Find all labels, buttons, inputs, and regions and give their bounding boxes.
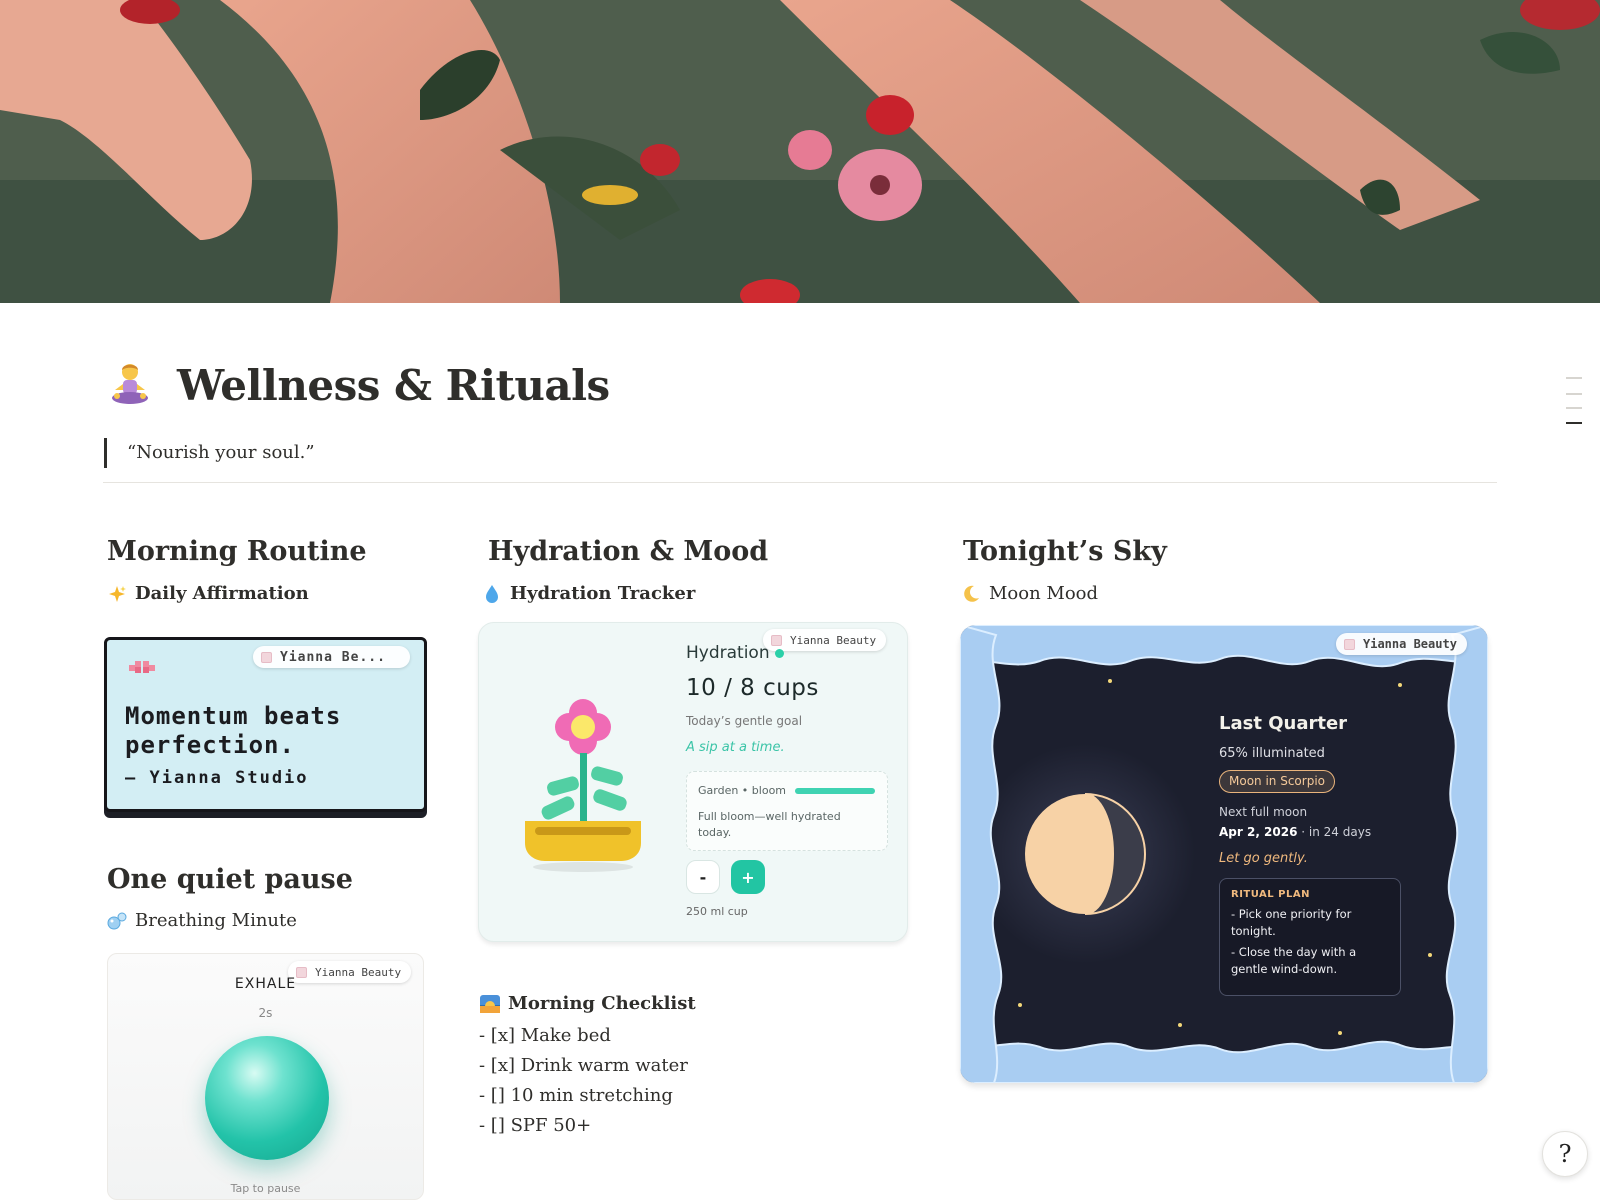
ritual-plan: RITUAL PLAN - Pick one priority for toni… (1219, 878, 1401, 996)
ritual-plan-title: RITUAL PLAN (1231, 889, 1310, 900)
toc-marker[interactable] (1566, 377, 1582, 379)
subheading-hydration-tracker: Hydration Tracker (482, 583, 695, 604)
section-heading-tonights-sky: Tonight’s Sky (963, 536, 1167, 567)
next-full-moon-label: Next full moon (1219, 805, 1308, 819)
page-quote: “Nourish your soul.” (104, 438, 315, 468)
section-heading-hydration-mood: Hydration & Mood (488, 536, 769, 567)
checklist-item[interactable]: - [] 10 min stretching (479, 1085, 673, 1106)
affirmation-author: — Yianna Studio (125, 768, 309, 788)
affirmation-line: perfection. (125, 731, 295, 759)
moon-sign-badge: Moon in Scorpio (1219, 770, 1335, 793)
checklist-item[interactable]: - [x] Drink warm water (479, 1055, 688, 1076)
pixel-heart-icon (129, 660, 155, 679)
checklist-item[interactable]: - [x] Make bed (479, 1025, 611, 1046)
garden-progress-fill (795, 788, 875, 794)
next-full-moon-countdown: · in 24 days (1297, 825, 1372, 839)
garden-label: Garden • bloom (698, 784, 787, 797)
affirmation-line: Momentum beats (125, 702, 342, 730)
next-full-moon-day: Apr 2, 2026 (1219, 825, 1298, 839)
affirmation-widget[interactable]: Yianna Be... Momentum beats perfection. … (104, 637, 427, 812)
decrease-button[interactable]: - (686, 860, 720, 894)
ritual-plan-item: - Close the day with a gentle wind-down. (1231, 945, 1357, 976)
help-icon: ? (1558, 1140, 1572, 1168)
page-title[interactable]: Wellness & Rituals (177, 361, 610, 410)
garden-description: Full bloom—well hydrated today. (698, 810, 841, 839)
cover-image[interactable] (0, 0, 1600, 303)
ritual-plan-item: - Pick one priority for tonight. (1231, 907, 1352, 938)
cups-count: 10 / 8 cups (686, 675, 819, 701)
next-full-moon-date: Apr 2, 2026 · in 24 days (1219, 825, 1371, 839)
divider (103, 482, 1497, 483)
subheading-morning-checklist: Morning Checklist (480, 993, 696, 1014)
badge-label: Yianna Beauty (1363, 637, 1457, 651)
increase-button[interactable]: + (731, 860, 765, 894)
badge-label: Yianna Be... (280, 649, 386, 665)
hydration-title-text: Hydration (686, 643, 770, 663)
widget-badge[interactable]: Yianna Be... (253, 646, 410, 668)
affirmation-text: Momentum beats perfection. (125, 702, 341, 760)
hydration-widget[interactable]: Yianna Beauty Hydration 10 / 8 cups Toda… (478, 622, 908, 942)
droplet-icon (482, 584, 502, 604)
moon-widget[interactable]: Yianna Beauty Last Quarter 65% illuminat… (960, 625, 1488, 1083)
toc-marker[interactable] (1566, 393, 1582, 395)
moon-mantra: Let go gently. (1219, 851, 1308, 866)
toc-marker-active[interactable] (1566, 422, 1582, 424)
moon-phase: Last Quarter (1219, 713, 1348, 734)
help-button[interactable]: ? (1542, 1131, 1588, 1177)
sparkles-icon (107, 584, 127, 604)
breath-seconds: 2s (258, 1006, 273, 1020)
person-in-lotus-icon[interactable] (109, 360, 155, 410)
subheading-label: Hydration Tracker (510, 583, 696, 604)
cup-size-label: 250 ml cup (686, 905, 748, 918)
garden-progress-bar (795, 788, 875, 794)
breathing-orb[interactable] (205, 1036, 329, 1160)
widget-badge[interactable]: Yianna Beauty (1336, 633, 1467, 655)
subheading-label: Moon Mood (989, 583, 1099, 604)
status-dot (774, 649, 784, 658)
breathing-widget[interactable]: Yianna Beauty EXHALE 2s Tap to pause (107, 953, 424, 1200)
sunrise-icon (480, 994, 500, 1014)
moon-illumination: 65% illuminated (1219, 746, 1325, 761)
subheading-breathing-minute: Breathing Minute (107, 910, 297, 931)
toc-marker[interactable] (1566, 407, 1582, 409)
brand-logo-icon (1344, 638, 1355, 650)
badge-label: Yianna Beauty (790, 633, 877, 647)
section-heading-one-quiet-pause: One quiet pause (107, 864, 353, 895)
subheading-label: Daily Affirmation (135, 583, 309, 604)
bubbles-icon (107, 911, 127, 931)
hydration-title: Hydration (686, 643, 784, 663)
breath-phase: EXHALE (234, 976, 297, 992)
page-header: Wellness & Rituals (109, 352, 610, 418)
subheading-label: Breathing Minute (135, 910, 297, 931)
subheading-daily-affirmation: Daily Affirmation (107, 583, 309, 604)
subheading-moon-mood: Moon Mood (961, 583, 1098, 604)
brand-logo-icon (261, 651, 272, 663)
goal-label: Today’s gentle goal (686, 714, 803, 728)
hydration-tagline: A sip at a time. (686, 740, 785, 755)
flower-pot-icon (525, 693, 645, 877)
tap-hint: Tap to pause (230, 1182, 301, 1195)
garden-status: Garden • bloom Full bloom—well hydrated … (686, 771, 888, 851)
section-heading-morning-routine: Morning Routine (107, 536, 367, 567)
checklist-item[interactable]: - [] SPF 50+ (479, 1115, 591, 1136)
crescent-moon-icon (961, 584, 981, 604)
subheading-label: Morning Checklist (508, 993, 696, 1014)
